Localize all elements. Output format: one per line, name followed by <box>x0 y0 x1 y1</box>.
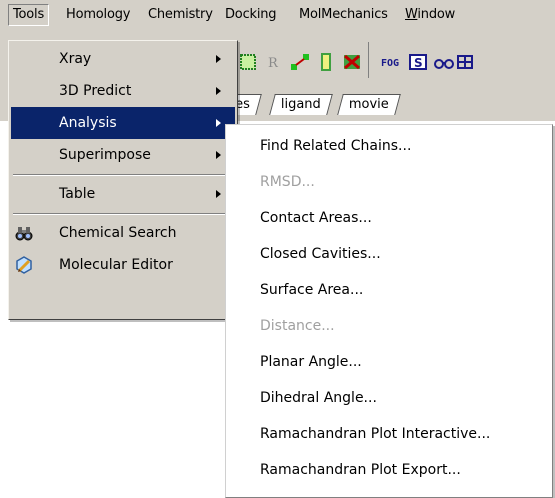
menu-docking[interactable]: Docking <box>225 6 277 24</box>
analysis-submenu: Find Related Chains... RMSD... Contact A… <box>225 124 553 498</box>
menu-separator <box>13 213 233 215</box>
svg-text:S: S <box>414 56 423 70</box>
tools-item-table[interactable]: Table <box>11 178 235 210</box>
tools-item-superimpose[interactable]: Superimpose <box>11 139 235 171</box>
tools-item-table-label: Table <box>59 186 96 202</box>
analysis-item-closed-cavities[interactable]: Closed Cavities... <box>228 238 550 270</box>
submenu-arrow-icon <box>216 55 221 63</box>
tools-item-3d-predict-label: 3D Predict <box>59 83 132 99</box>
link-atoms-icon[interactable] <box>290 52 310 72</box>
tools-item-molecular-editor-label: Molecular Editor <box>59 257 173 273</box>
analysis-item-surface-area[interactable]: Surface Area... <box>228 274 550 306</box>
menu-chemistry[interactable]: Chemistry <box>148 6 213 24</box>
r-label-icon[interactable]: R <box>264 52 284 72</box>
toolbar-separator <box>368 42 369 78</box>
analysis-item-ramachandran-interactive[interactable]: Ramachandran Plot Interactive... <box>228 418 550 450</box>
tab-movie-label: movie <box>348 97 389 112</box>
svg-text:FOG: FOG <box>381 58 399 69</box>
tools-menu: Xray 3D Predict Analysis Superimpose Tab… <box>8 40 238 320</box>
svg-text:R: R <box>268 56 279 71</box>
analysis-item-ramachandran-export[interactable]: Ramachandran Plot Export... <box>228 454 550 486</box>
submenu-arrow-icon <box>216 119 221 127</box>
tools-item-chemical-search[interactable]: Chemical Search <box>11 217 235 249</box>
tools-item-superimpose-label: Superimpose <box>59 147 151 163</box>
fog-icon[interactable]: FOG <box>380 52 404 72</box>
hydrogen-icon[interactable] <box>316 52 336 72</box>
analysis-item-rmsd[interactable]: RMSD... <box>228 166 550 198</box>
menu-window[interactable]: Window <box>405 6 455 24</box>
menu-molmechanics[interactable]: MolMechanics <box>299 6 388 24</box>
tab-ligand[interactable]: ligand <box>269 94 333 115</box>
analysis-item-find-related-chains[interactable]: Find Related Chains... <box>228 130 550 162</box>
tools-item-3d-predict[interactable]: 3D Predict <box>11 75 235 107</box>
tools-item-xray[interactable]: Xray <box>11 43 235 75</box>
tools-item-xray-label: Xray <box>59 51 92 67</box>
analysis-item-dihedral-angle[interactable]: Dihedral Angle... <box>228 382 550 414</box>
tools-item-analysis-label: Analysis <box>59 115 117 131</box>
analysis-item-distance[interactable]: Distance... <box>228 310 550 342</box>
glasses-icon[interactable] <box>434 52 454 72</box>
submenu-arrow-icon <box>216 190 221 198</box>
binoculars-icon <box>15 227 33 241</box>
submenu-arrow-icon <box>216 87 221 95</box>
menu-window-mnemonic: W <box>405 7 418 22</box>
tools-item-molecular-editor[interactable]: Molecular Editor <box>11 249 235 281</box>
stereo-icon[interactable]: S <box>408 52 428 72</box>
menu-homology[interactable]: Homology <box>66 6 130 24</box>
tab-movie[interactable]: movie <box>337 94 401 115</box>
tools-item-chemical-search-label: Chemical Search <box>59 225 177 241</box>
tools-item-analysis[interactable]: Analysis <box>11 107 235 139</box>
analysis-item-planar-angle[interactable]: Planar Angle... <box>228 346 550 378</box>
pencil-molecule-icon <box>16 256 32 274</box>
grid-icon[interactable] <box>456 52 476 72</box>
delete-bond-icon[interactable] <box>342 52 362 72</box>
tab-ligand-label: ligand <box>280 97 321 112</box>
menu-separator <box>13 174 233 176</box>
select-region-icon[interactable] <box>238 52 258 72</box>
analysis-item-contact-areas[interactable]: Contact Areas... <box>228 202 550 234</box>
submenu-arrow-icon <box>216 151 221 159</box>
menu-tools[interactable]: Tools <box>8 4 50 26</box>
menu-window-rest: indow <box>417 7 456 22</box>
menu-bar: Tools Homology Chemistry Docking MolMech… <box>0 0 555 31</box>
